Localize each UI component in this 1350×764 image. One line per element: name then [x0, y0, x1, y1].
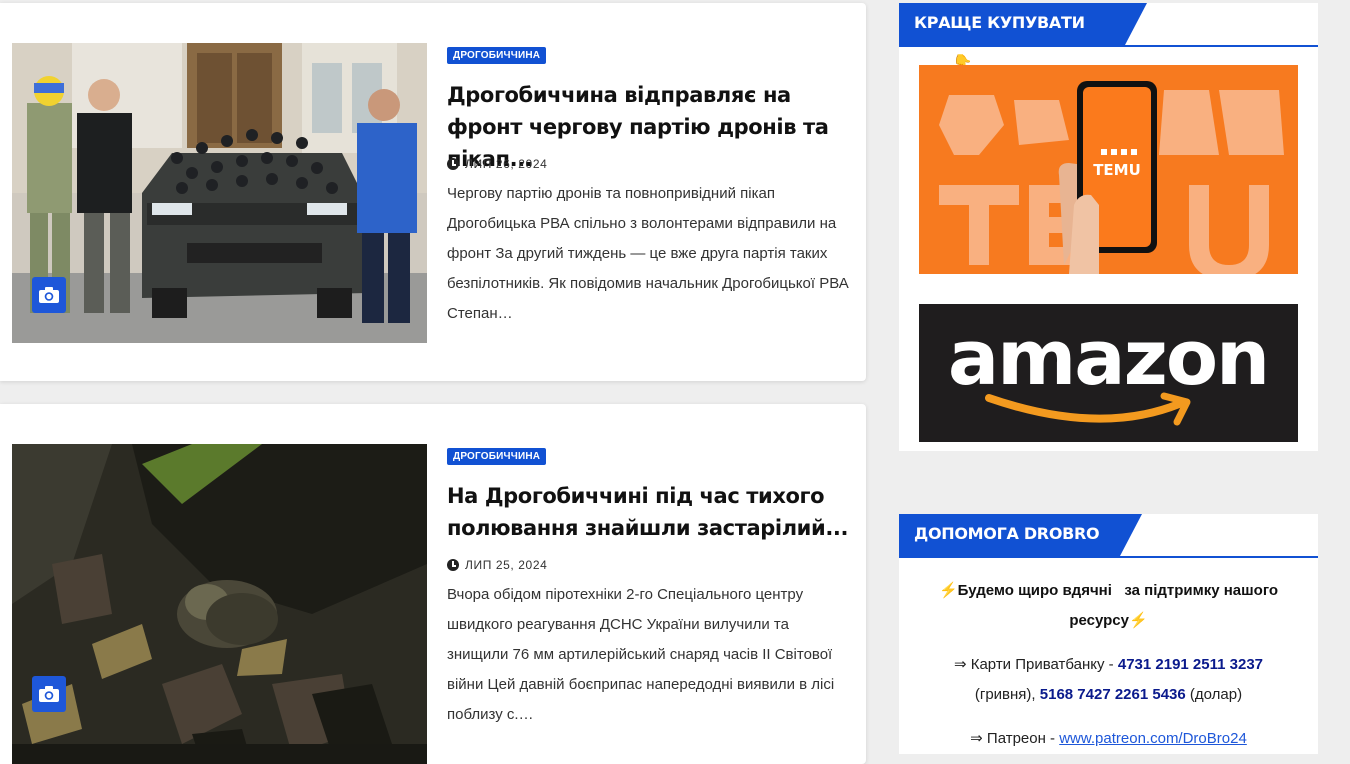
help-content: ⚡Будемо щиро вдячні за підтримку нашого … [899, 576, 1318, 754]
amazon-ad-banner[interactable]: amazon [919, 304, 1298, 442]
usd-label: (долар) [1185, 686, 1243, 703]
camera-icon[interactable] [32, 676, 66, 712]
post-date-text: ЛИП 26, 2024 [465, 157, 548, 171]
thanks-message: Будемо щиро вдячні за підтримку нашого р… [957, 582, 1283, 629]
post-card: ДРОГОБИЧЧИНА На Дрогобиччині під час тих… [0, 404, 866, 764]
post-date-text: ЛИП 25, 2024 [465, 558, 548, 572]
amazon-logo-text: amazon [948, 313, 1268, 402]
post-image-artillery-shell [12, 444, 427, 764]
widget-title-bar: ДОПОМОГА DROBRO [899, 514, 1318, 558]
camera-icon[interactable] [32, 277, 66, 313]
patreon-line: ⇒ Патреон - www.patreon.com/DroBro24 [899, 724, 1318, 754]
widget-title: ДОПОМОГА DROBRO [899, 514, 1142, 556]
post-date: ЛИП 26, 2024 [447, 157, 547, 171]
widget-title-bar: КРАЩЕ КУПУВАТИ ТУТ 👇 [899, 3, 1318, 72]
post-excerpt: Чергову партію дронів та повнопривідний … [447, 185, 849, 322]
post-image-drones-pickup [12, 43, 427, 343]
post-thumbnail[interactable] [12, 444, 427, 764]
temu-ad-banner[interactable]: TEMU [919, 65, 1298, 274]
card-number-usd: 5168 7427 2261 5436 [1039, 686, 1186, 703]
cards-prefix: ⇒ Карти Приватбанку - [953, 656, 1118, 673]
bank-cards: ⇒ Карти Приватбанку - 4731 2191 2511 323… [899, 650, 1318, 710]
patreon-prefix: ⇒ Патреон - [970, 730, 1060, 747]
thanks-text: ⚡Будемо щиро вдячні за підтримку нашого … [899, 576, 1318, 636]
post-excerpt: Вчора обідом піротехніки 2-го Спеціально… [447, 586, 835, 723]
clock-icon [447, 559, 459, 571]
post-title[interactable]: На Дрогобиччині під час тихого полювання… [447, 480, 852, 544]
shop-widget: КРАЩЕ КУПУВАТИ ТУТ 👇 TEMU amazon [899, 3, 1318, 451]
category-badge[interactable]: ДРОГОБИЧЧИНА [447, 47, 547, 64]
category-badge[interactable]: ДРОГОБИЧЧИНА [447, 448, 547, 465]
clock-icon [447, 158, 459, 170]
temu-logo-text: TEMU [1093, 161, 1141, 179]
uah-label: (гривня), [974, 686, 1040, 703]
widget-title: КРАЩЕ КУПУВАТИ ТУТ 👇 [899, 3, 1147, 72]
lightning-icon: ⚡ [1128, 612, 1148, 629]
post-date: ЛИП 25, 2024 [447, 558, 547, 572]
post-card: ДРОГОБИЧЧИНА Дрогобиччина відправляє на … [0, 3, 866, 381]
post-thumbnail[interactable] [12, 43, 427, 343]
card-number-uah: 4731 2191 2511 3237 [1117, 656, 1264, 673]
lightning-icon: ⚡ [938, 582, 958, 599]
patreon-link[interactable]: www.patreon.com/DroBro24 [1059, 730, 1247, 747]
help-widget: ДОПОМОГА DROBRO ⚡Будемо щиро вдячні за п… [899, 514, 1318, 754]
